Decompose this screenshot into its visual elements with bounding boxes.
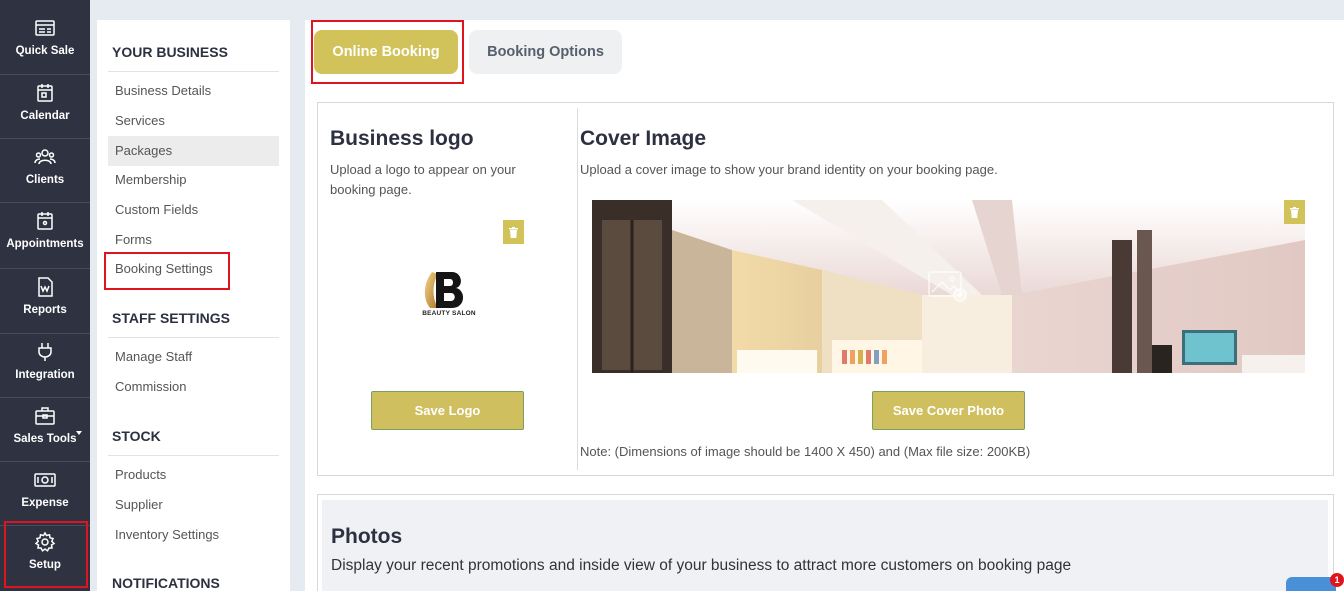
main-nav-rail: Quick Sale Calendar Clients Appointments… bbox=[0, 0, 90, 591]
divider bbox=[0, 461, 90, 462]
section-title-your-business: YOUR BUSINESS bbox=[112, 44, 228, 60]
chat-widget-button[interactable] bbox=[1286, 577, 1336, 591]
nav-label: Calendar bbox=[20, 110, 70, 122]
divider bbox=[0, 397, 90, 398]
nav-reports[interactable]: Reports bbox=[0, 276, 90, 316]
cover-image-title: Cover Image bbox=[580, 127, 707, 150]
nav-label: Clients bbox=[25, 174, 65, 186]
branding-card: Business logo Upload a logo to appear on… bbox=[317, 102, 1334, 476]
divider bbox=[0, 138, 90, 139]
nav-expense[interactable]: Expense bbox=[0, 469, 90, 509]
save-logo-button[interactable]: Save Logo bbox=[371, 391, 524, 430]
divider bbox=[577, 108, 578, 470]
nav-sales-tools[interactable]: Sales Tools bbox=[0, 405, 90, 445]
trash-icon bbox=[1290, 206, 1299, 218]
tab-booking-options[interactable]: Booking Options bbox=[469, 30, 622, 74]
settings-item-products[interactable]: Products bbox=[108, 460, 279, 490]
nav-label: Integration bbox=[15, 369, 75, 381]
divider bbox=[0, 74, 90, 75]
settings-item-membership[interactable]: Membership bbox=[108, 165, 279, 195]
highlight-box-online-booking bbox=[311, 20, 464, 84]
cover-image bbox=[592, 200, 1305, 373]
section-title-stock: STOCK bbox=[112, 428, 161, 444]
settings-item-services[interactable]: Services bbox=[108, 106, 279, 136]
photos-header: Photos Display your recent promotions an… bbox=[322, 500, 1328, 591]
briefcase-icon bbox=[35, 407, 55, 425]
appointments-icon bbox=[37, 212, 53, 230]
plug-icon bbox=[38, 343, 52, 361]
nav-clients[interactable]: Clients bbox=[0, 146, 90, 186]
divider bbox=[108, 337, 279, 338]
chevron-down-icon bbox=[76, 431, 82, 435]
settings-item-business-details[interactable]: Business Details bbox=[108, 76, 279, 106]
settings-sidebar: YOUR BUSINESS Business Details Services … bbox=[97, 20, 290, 591]
salon-interior-photo bbox=[592, 200, 1305, 373]
reports-icon bbox=[38, 277, 53, 297]
nav-appointments[interactable]: Appointments bbox=[0, 210, 90, 250]
highlight-box-booking-settings bbox=[104, 252, 230, 290]
settings-item-packages[interactable]: Packages bbox=[108, 136, 279, 166]
nav-label: Expense bbox=[21, 497, 69, 509]
quick-sale-icon bbox=[35, 20, 55, 36]
clients-icon bbox=[34, 149, 56, 165]
calendar-icon bbox=[37, 84, 53, 102]
nav-integration[interactable]: Integration bbox=[0, 341, 90, 381]
notification-badge: 1 bbox=[1330, 573, 1344, 587]
divider bbox=[108, 71, 279, 72]
nav-label: Reports bbox=[23, 304, 67, 316]
money-icon bbox=[34, 473, 56, 487]
trash-icon bbox=[509, 226, 518, 238]
nav-quick-sale[interactable]: Quick Sale bbox=[0, 17, 90, 57]
divider bbox=[0, 202, 90, 203]
delete-logo-button[interactable] bbox=[503, 220, 524, 244]
cover-image-description: Upload a cover image to show your brand … bbox=[580, 162, 998, 177]
highlight-box-setup bbox=[4, 521, 88, 588]
main-panel: Online Booking Booking Options Business … bbox=[305, 20, 1344, 591]
business-logo-title: Business logo bbox=[330, 127, 474, 150]
settings-item-supplier[interactable]: Supplier bbox=[108, 490, 279, 520]
nav-label: Appointments bbox=[6, 238, 84, 250]
section-title-notifications: NOTIFICATIONS bbox=[112, 575, 220, 591]
photos-card: Photos Display your recent promotions an… bbox=[317, 494, 1334, 591]
settings-item-inventory-settings[interactable]: Inventory Settings bbox=[108, 520, 279, 550]
nav-label: Sales Tools bbox=[13, 433, 77, 445]
nav-label: Quick Sale bbox=[15, 45, 75, 57]
photos-description: Display your recent promotions and insid… bbox=[331, 557, 1072, 574]
delete-cover-button[interactable] bbox=[1284, 200, 1305, 224]
logo-caption: BEAUTY SALON bbox=[422, 310, 476, 317]
settings-item-custom-fields[interactable]: Custom Fields bbox=[108, 195, 279, 225]
business-logo-description: Upload a logo to appear on your booking … bbox=[330, 162, 516, 197]
divider bbox=[108, 455, 279, 456]
cover-image-note: Note: (Dimensions of image should be 140… bbox=[580, 444, 1031, 459]
settings-item-manage-staff[interactable]: Manage Staff bbox=[108, 342, 279, 372]
settings-item-forms[interactable]: Forms bbox=[108, 225, 279, 255]
nav-calendar[interactable]: Calendar bbox=[0, 82, 90, 122]
photos-title: Photos bbox=[331, 525, 403, 548]
divider bbox=[0, 268, 90, 269]
divider bbox=[0, 333, 90, 334]
section-title-staff-settings: STAFF SETTINGS bbox=[112, 310, 230, 326]
settings-item-commission[interactable]: Commission bbox=[108, 372, 279, 402]
save-cover-photo-button[interactable]: Save Cover Photo bbox=[872, 391, 1025, 430]
